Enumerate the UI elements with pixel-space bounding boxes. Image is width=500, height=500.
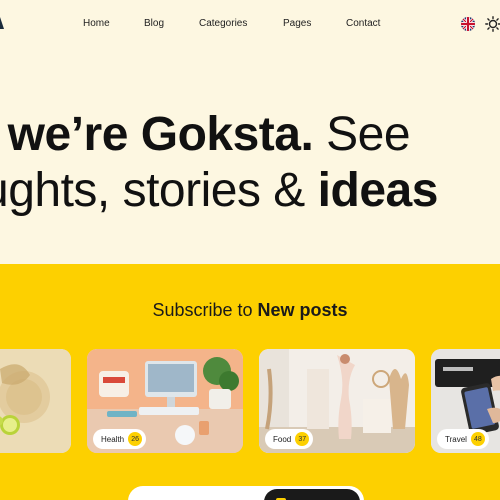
- hero-heading-light: See: [313, 108, 411, 161]
- category-count-badge: 26: [128, 432, 143, 446]
- top-navbar: Home Blog Categories Pages Contact: [0, 0, 500, 50]
- category-label: Health: [101, 434, 125, 444]
- category-tag: Travel 48: [437, 429, 489, 449]
- category-card-food[interactable]: Food 37: [259, 349, 415, 453]
- nav-link-categories[interactable]: Categories: [199, 18, 247, 29]
- category-card-travel[interactable]: Travel 48: [431, 349, 500, 453]
- category-tag: Health 26: [93, 429, 147, 449]
- hero-section: , we’re Goksta. See ughts, stories & ide…: [0, 50, 500, 264]
- hero-heading-bold-2: ideas: [317, 164, 439, 217]
- category-label: Food: [273, 434, 292, 444]
- theme-toggle-sun-icon[interactable]: [485, 16, 500, 32]
- nav-link-blog[interactable]: Blog: [144, 18, 164, 29]
- category-label: Travel: [445, 434, 467, 444]
- uk-flag-icon[interactable]: [461, 17, 475, 31]
- category-tag: Food 37: [265, 429, 314, 449]
- subscribe-button[interactable]: [264, 489, 360, 500]
- nav-link-home[interactable]: Home: [83, 18, 110, 29]
- logo[interactable]: [0, 17, 4, 29]
- hero-heading-line-1: , we’re Goksta. See: [0, 107, 411, 162]
- category-card[interactable]: [0, 349, 71, 453]
- subscribe-heading-bold: New posts: [257, 300, 348, 320]
- subscribe-section: Subscribe to New posts Health 26 Food 37…: [0, 264, 500, 500]
- subscribe-heading-prefix: Subscribe to: [152, 300, 258, 320]
- hero-heading-bold: , we’re Goksta.: [0, 108, 314, 161]
- category-count-badge: 37: [295, 432, 310, 446]
- nav-link-pages[interactable]: Pages: [283, 18, 311, 29]
- hero-heading-light-2: ughts, stories &: [0, 164, 318, 217]
- subscribe-heading: Subscribe to New posts: [0, 300, 500, 321]
- category-count-badge: 48: [470, 432, 485, 446]
- category-card-health[interactable]: Health 26: [87, 349, 243, 453]
- nav-link-contact[interactable]: Contact: [346, 18, 380, 29]
- hero-heading-line-2: ughts, stories & ideas: [0, 163, 438, 218]
